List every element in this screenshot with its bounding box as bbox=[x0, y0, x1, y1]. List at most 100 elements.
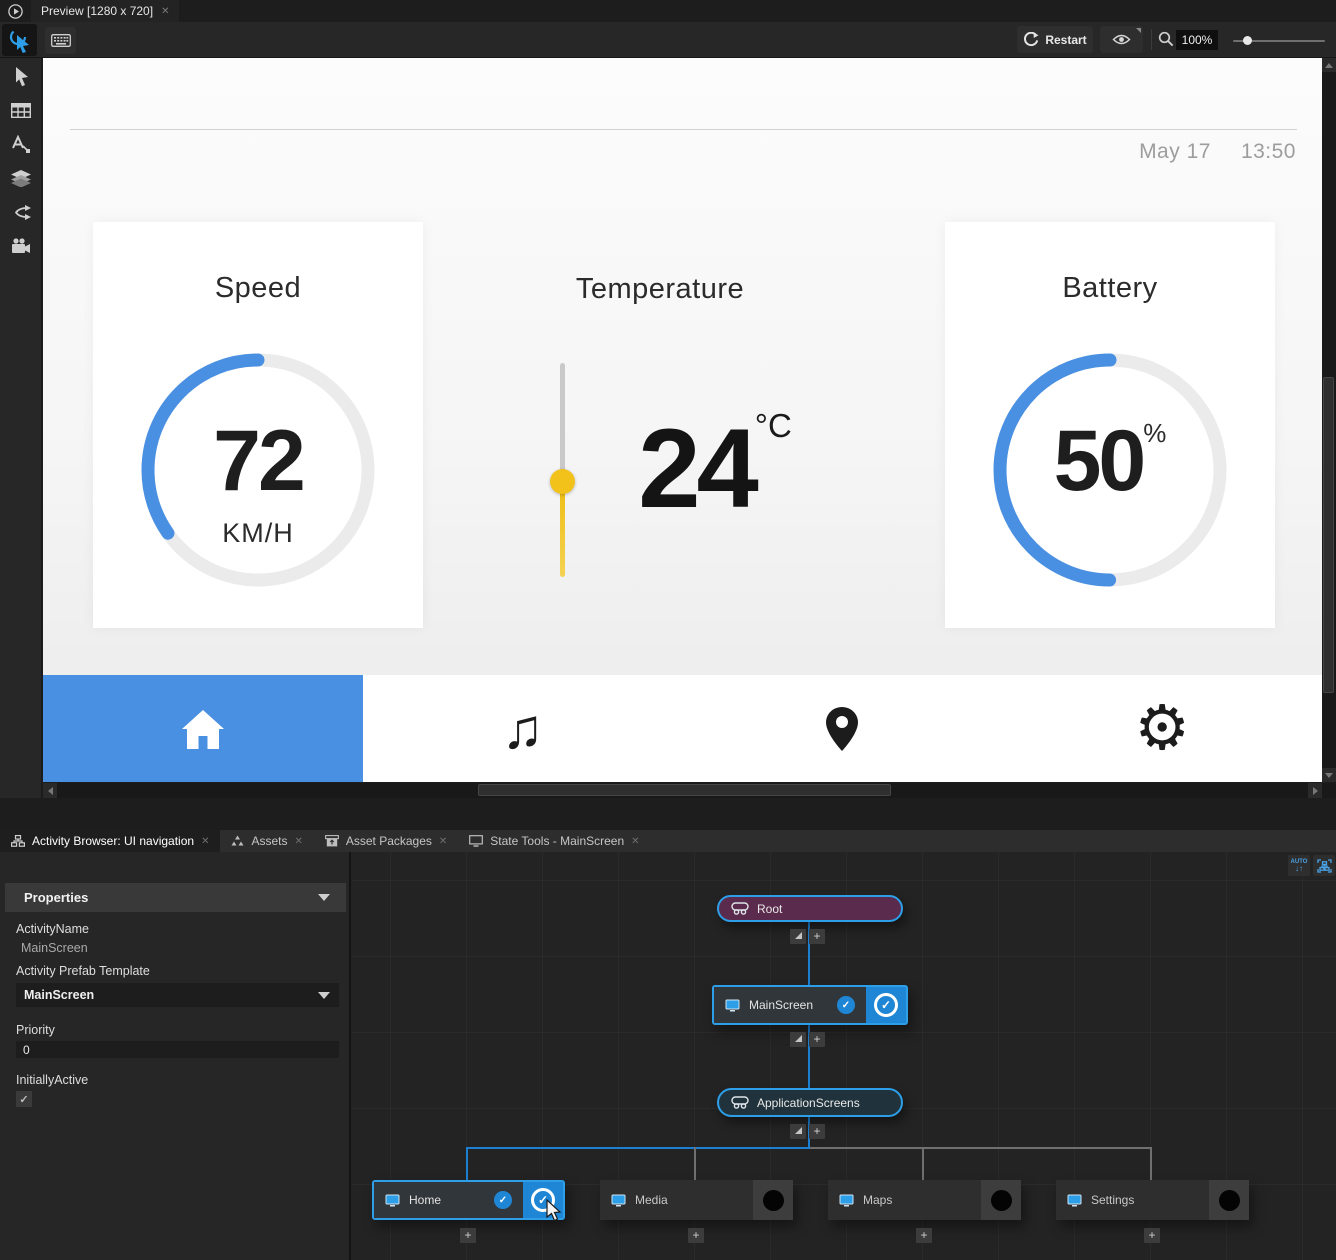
temperature-title: Temperature bbox=[480, 273, 840, 306]
tab-label: Assets bbox=[251, 834, 287, 848]
tab-label: Asset Packages bbox=[346, 834, 432, 848]
music-note-icon: ♫ bbox=[502, 701, 544, 757]
tab-label: Activity Browser: UI navigation bbox=[32, 834, 194, 848]
fit-layout-button[interactable] bbox=[1313, 855, 1335, 876]
priority-field[interactable]: 0 bbox=[16, 1041, 339, 1058]
node-mainscreen[interactable]: MainScreen ✓ ✓ bbox=[712, 985, 908, 1025]
add-child-button[interactable]: + bbox=[809, 929, 825, 944]
stub-settings bbox=[1150, 1147, 1152, 1180]
visibility-button[interactable] bbox=[1100, 26, 1143, 53]
properties-panel: Properties ActivityName MainScreen Activ… bbox=[0, 852, 351, 1260]
node-activation-cap[interactable] bbox=[753, 1180, 793, 1220]
add-child-button[interactable]: + bbox=[1144, 1228, 1160, 1243]
scroll-up-button[interactable] bbox=[1322, 58, 1336, 72]
prefab-template-label: Activity Prefab Template bbox=[16, 964, 150, 978]
nav-media[interactable]: ♫ bbox=[363, 675, 683, 782]
temperature-slider[interactable] bbox=[550, 363, 574, 577]
preview-tab[interactable]: Preview [1280 x 720] ✕ bbox=[31, 0, 179, 22]
assets-icon bbox=[231, 835, 244, 847]
tab-state-tools[interactable]: State Tools - MainScreen ✕ bbox=[458, 830, 650, 852]
temperature-unit: °C bbox=[755, 407, 792, 444]
node-activation-cap[interactable]: ✓ bbox=[866, 987, 906, 1023]
camera-icon bbox=[11, 238, 31, 254]
layers-icon bbox=[11, 170, 31, 187]
pointer-tool[interactable] bbox=[0, 62, 42, 90]
transition-icon bbox=[12, 204, 31, 221]
node-applicationscreens[interactable]: ApplicationScreens bbox=[717, 1088, 903, 1117]
nav-maps[interactable] bbox=[683, 675, 1003, 782]
dashboard-nav: ♫ ⚙ bbox=[43, 675, 1322, 782]
node-body: Media bbox=[600, 1180, 753, 1220]
close-icon[interactable]: ✕ bbox=[631, 836, 639, 847]
table-tool[interactable] bbox=[0, 96, 42, 124]
scroll-down-button[interactable] bbox=[1322, 768, 1336, 782]
nav-settings[interactable]: ⚙ bbox=[1002, 675, 1322, 782]
add-child-button[interactable]: + bbox=[809, 1124, 825, 1139]
node-media[interactable]: Media bbox=[600, 1180, 793, 1220]
monitor-outline-icon bbox=[469, 835, 483, 847]
select-tool-button[interactable] bbox=[2, 24, 37, 56]
preview-hscrollbar[interactable] bbox=[43, 783, 1322, 798]
preview-toolbar: Restart 100% bbox=[0, 22, 1336, 58]
close-icon[interactable]: ✕ bbox=[439, 836, 447, 847]
close-icon[interactable]: ✕ bbox=[294, 836, 302, 847]
text-node-tool[interactable] bbox=[0, 130, 42, 158]
node-home[interactable]: Home ✓ ✓ bbox=[372, 1180, 565, 1220]
screen-icon bbox=[385, 1194, 400, 1207]
hscroll-thumb[interactable] bbox=[478, 784, 891, 796]
add-child-button[interactable]: + bbox=[460, 1228, 476, 1243]
scroll-right-button[interactable] bbox=[1308, 783, 1322, 798]
tab-activity-browser[interactable]: Activity Browser: UI navigation ✕ bbox=[0, 830, 220, 852]
close-icon[interactable]: ✕ bbox=[201, 836, 209, 847]
zoom-magnifier-icon bbox=[1158, 31, 1174, 52]
add-child-button[interactable]: + bbox=[916, 1228, 932, 1243]
tab-assets[interactable]: Assets ✕ bbox=[220, 830, 313, 852]
node-settings[interactable]: Settings bbox=[1056, 1180, 1249, 1220]
scroll-left-button[interactable] bbox=[43, 783, 57, 798]
layers-tool[interactable] bbox=[0, 164, 42, 192]
collapse-button[interactable] bbox=[790, 929, 806, 944]
keyboard-icon bbox=[51, 34, 71, 47]
stub-media bbox=[694, 1147, 696, 1180]
node-root[interactable]: Root bbox=[717, 895, 903, 922]
collapse-button[interactable] bbox=[790, 1124, 806, 1139]
prefab-template-dropdown[interactable]: MainScreen bbox=[16, 983, 339, 1007]
collapse-button[interactable] bbox=[790, 1032, 806, 1047]
location-pin-icon bbox=[825, 706, 859, 752]
node-activation-cap[interactable] bbox=[981, 1180, 1021, 1220]
node-activation-cap[interactable] bbox=[1209, 1180, 1249, 1220]
close-icon[interactable]: ✕ bbox=[161, 6, 169, 17]
restart-button[interactable]: Restart bbox=[1017, 26, 1093, 53]
priority-label: Priority bbox=[16, 1023, 55, 1037]
mouse-cursor bbox=[546, 1199, 564, 1223]
node-label: Home bbox=[409, 1193, 485, 1207]
application-window: Preview [1280 x 720] ✕ bbox=[0, 0, 1336, 1260]
add-child-button[interactable]: + bbox=[688, 1228, 704, 1243]
camera-tool[interactable] bbox=[0, 232, 42, 260]
active-check-badge: ✓ bbox=[837, 996, 855, 1014]
prefab-template-value: MainScreen bbox=[16, 988, 318, 1002]
vscroll-thumb[interactable] bbox=[1323, 377, 1334, 693]
chevron-down-icon bbox=[318, 992, 330, 999]
properties-header[interactable]: Properties bbox=[5, 883, 346, 912]
header-divider bbox=[70, 129, 1297, 130]
tab-asset-packages[interactable]: Asset Packages ✕ bbox=[314, 830, 458, 852]
temperature-slider-knob[interactable] bbox=[550, 469, 575, 494]
home-icon bbox=[180, 708, 226, 750]
preview-vscrollbar[interactable] bbox=[1322, 58, 1336, 782]
stub-home bbox=[466, 1147, 468, 1180]
node-maps[interactable]: Maps bbox=[828, 1180, 1021, 1220]
zoom-slider-thumb[interactable] bbox=[1243, 36, 1252, 45]
node-label: Maps bbox=[863, 1193, 970, 1207]
tool-rail bbox=[0, 58, 42, 798]
auto-layout-toggle[interactable]: AUTO ↓↑ bbox=[1288, 855, 1310, 876]
transition-tool[interactable] bbox=[0, 198, 42, 226]
nav-home[interactable] bbox=[43, 675, 363, 782]
zoom-value-field[interactable]: 100% bbox=[1176, 30, 1218, 50]
fit-graph-icon bbox=[1317, 859, 1332, 873]
add-child-button[interactable]: + bbox=[809, 1032, 825, 1047]
datetime: May 1713:50 bbox=[1139, 140, 1296, 164]
initially-active-checkbox[interactable]: ✓ bbox=[16, 1091, 32, 1107]
keyboard-tool-button[interactable] bbox=[45, 27, 76, 54]
activity-name-value: MainScreen bbox=[21, 941, 88, 955]
